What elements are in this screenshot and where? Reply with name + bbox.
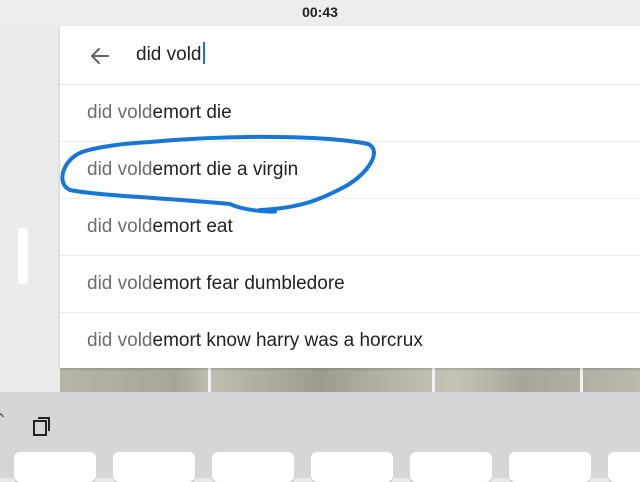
suggestion-item[interactable]: did voldemort know harry was a horcrux [60,313,640,369]
back-button[interactable] [88,44,112,68]
background-panel [0,26,60,390]
clipboard-icon [33,417,50,436]
suggestion-typed-text: did vold [87,330,153,351]
text-caret [202,42,205,64]
suggestion-item[interactable]: did voldemort die a virgin [60,142,640,199]
suggestion-completion: emort die a virgin [152,159,299,180]
suggestion-completion: emort fear dumbledore [152,273,345,294]
status-time: 00:43 [302,4,338,20]
search-bar: did vold [60,26,640,85]
arrow-left-icon [91,48,109,64]
search-input[interactable]: did vold [136,42,205,68]
search-suggestions-card: did vold did voldemort die did voldemort… [60,26,640,368]
suggestion-completion: emort eat [152,216,233,237]
suggestion-typed-text: did vold [87,216,153,237]
clipboard-button[interactable] [30,414,54,438]
background-image-strip [60,368,640,392]
suggestion-typed-text: did vold [87,102,153,123]
suggestion-typed-text: did vold [87,273,153,294]
status-bar: 00:43 [0,0,640,26]
side-panel-handle[interactable] [18,228,28,284]
keyboard-toolbar-edge-icon: ⌃ [0,412,8,429]
suggestion-completion: emort die [152,102,232,123]
suggestion-item[interactable]: did voldemort eat [60,199,640,256]
search-query: did vold [136,44,202,65]
suggestion-list: did voldemort die did voldemort die a vi… [60,85,640,369]
suggestion-typed-text: did vold [87,159,153,180]
suggestion-completion: emort know harry was a horcrux [152,330,423,351]
suggestion-item[interactable]: did voldemort die [60,85,640,142]
suggestion-item[interactable]: did voldemort fear dumbledore [60,256,640,313]
